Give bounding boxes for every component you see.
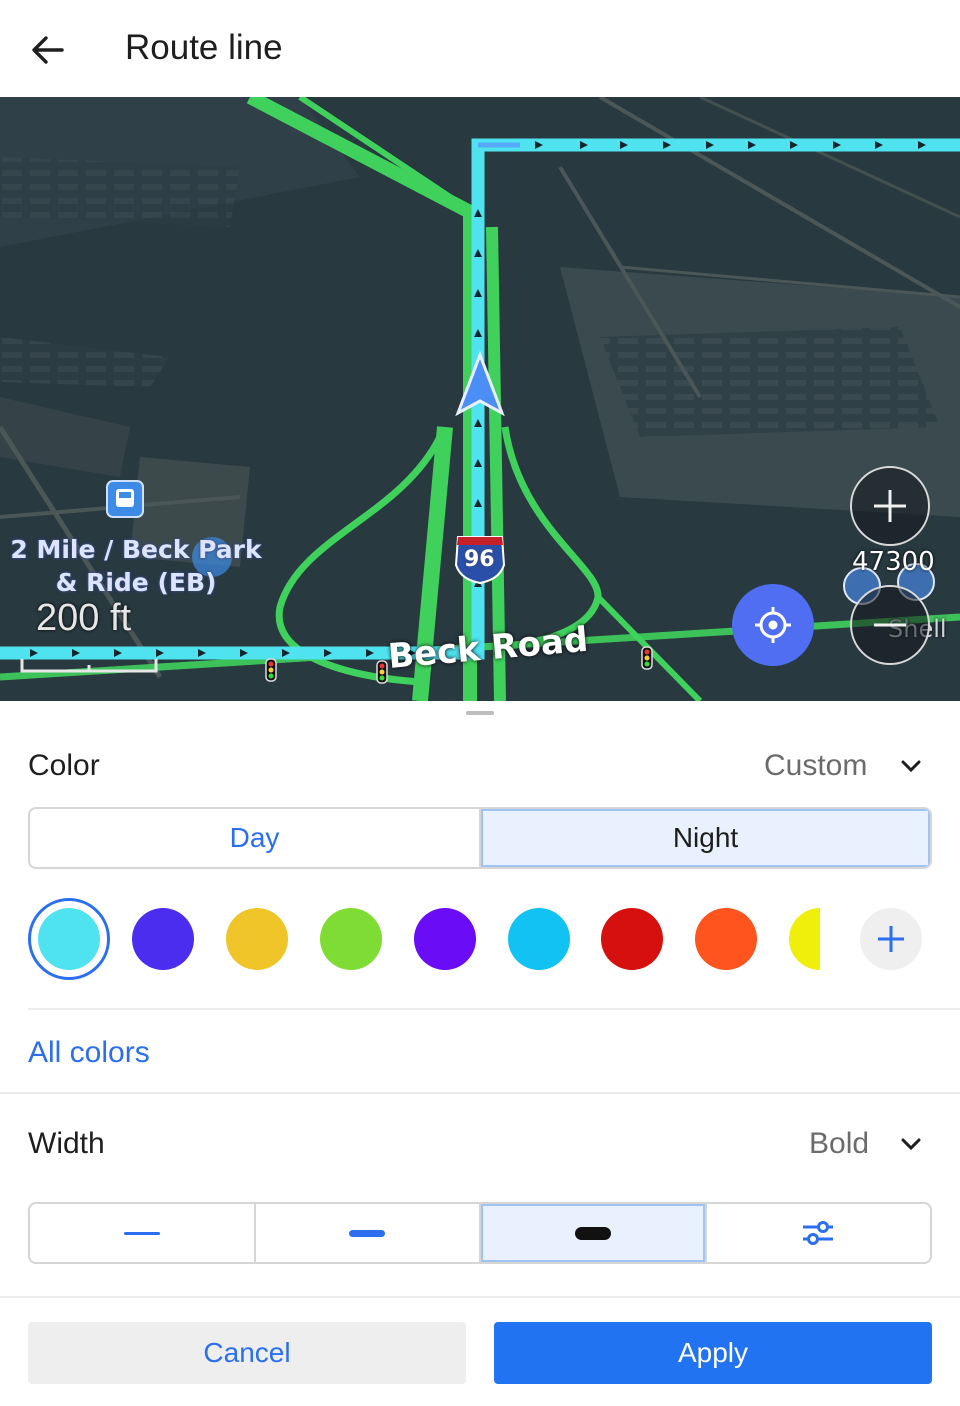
color-swatch-cyan[interactable] [38, 908, 100, 970]
color-swatch-indigo[interactable] [132, 908, 194, 970]
width-label: Width [28, 1127, 105, 1160]
traffic-light-icon [376, 660, 388, 684]
divider [28, 1008, 960, 1010]
color-swatch-yellow[interactable] [226, 908, 288, 970]
medium-line-icon [349, 1229, 386, 1237]
width-option-bold[interactable] [481, 1204, 707, 1262]
highway-shield-label: 96 [464, 547, 495, 572]
add-color-button[interactable] [860, 908, 922, 970]
all-colors-link[interactable]: All colors [28, 1036, 150, 1070]
page-title: Route line [125, 28, 283, 67]
color-label: Color [28, 749, 100, 782]
bus-stop-icon [106, 480, 144, 518]
color-mode-dropdown[interactable]: Custom [760, 740, 940, 792]
color-swatch-lemon[interactable] [789, 908, 820, 970]
color-swatch-orange[interactable] [695, 908, 757, 970]
tab-night[interactable]: Night [481, 809, 930, 867]
width-option-custom[interactable] [707, 1204, 931, 1262]
day-night-toggle: Day Night [28, 807, 932, 869]
traffic-light-icon [265, 658, 277, 682]
back-button[interactable] [22, 24, 74, 76]
traffic-light-icon [641, 646, 653, 670]
sheet-drag-handle[interactable] [466, 711, 494, 715]
divider [0, 1092, 960, 1094]
color-swatch-clip [789, 908, 820, 970]
arrow-left-icon [32, 36, 64, 64]
chevron-down-icon [901, 1138, 921, 1151]
app-header: Route line [0, 0, 960, 97]
tab-day[interactable]: Day [30, 809, 481, 867]
width-option-medium[interactable] [256, 1204, 481, 1262]
zoom-in-button[interactable] [850, 466, 930, 546]
plus-icon [874, 490, 906, 522]
zoom-out-button[interactable] [850, 585, 930, 665]
minus-icon [874, 623, 906, 627]
poi-label: 2 Mile / Beck Park & Ride (EB) [10, 535, 262, 597]
recenter-button[interactable] [732, 584, 814, 666]
map-preview[interactable]: 2 Mile / Beck Park & Ride (EB) 200 ft Be… [0, 97, 960, 701]
chevron-down-icon [901, 760, 921, 773]
width-option-thin[interactable] [30, 1204, 256, 1262]
map-canvas [0, 97, 960, 701]
width-selector [28, 1202, 932, 1264]
crosshair-icon [755, 607, 791, 643]
bold-line-icon [574, 1226, 611, 1240]
apply-button[interactable]: Apply [494, 1322, 932, 1384]
color-mode-value: Custom [764, 749, 868, 782]
plus-icon [878, 926, 904, 952]
color-swatch-green[interactable] [320, 908, 382, 970]
scale-label: 200 ft [36, 597, 132, 639]
color-swatch-violet[interactable] [414, 908, 476, 970]
color-swatch-red[interactable] [601, 908, 663, 970]
divider [0, 1296, 960, 1298]
color-swatch-sky[interactable] [508, 908, 570, 970]
thin-line-icon [123, 1231, 160, 1235]
width-dropdown[interactable]: Bold [800, 1118, 940, 1170]
address-number-label: 47300 [852, 547, 935, 577]
cancel-button[interactable]: Cancel [28, 1322, 466, 1384]
width-value: Bold [809, 1127, 870, 1160]
sliders-icon [803, 1221, 834, 1245]
